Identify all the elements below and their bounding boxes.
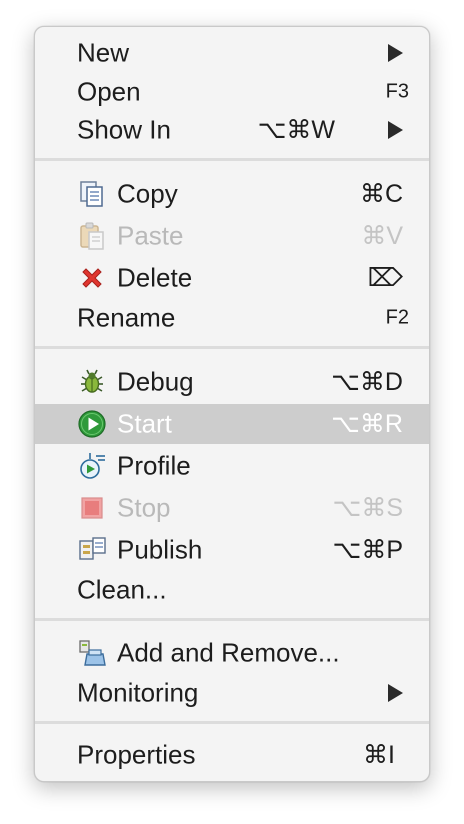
menu-item-start[interactable]: Start ⌥⌘R — [35, 404, 429, 444]
shortcut-label: ⌥⌘W — [257, 116, 335, 144]
menu-item-clean[interactable]: Clean... — [35, 570, 429, 610]
menu-item-new[interactable]: New — [35, 33, 429, 73]
shortcut-label: ⌥⌘S — [332, 494, 403, 522]
start-icon — [77, 409, 107, 439]
menu-item-label: Monitoring — [77, 677, 199, 708]
shortcut-label: ⌘V — [361, 222, 403, 250]
publish-icon — [77, 535, 107, 565]
menu-item-add-and-remove[interactable]: Add and Remove... — [35, 633, 429, 673]
delete-icon — [77, 263, 107, 293]
shortcut-label: F3 — [385, 80, 409, 103]
menu-separator — [35, 721, 429, 724]
menu-item-monitoring[interactable]: Monitoring — [35, 673, 429, 713]
menu-item-rename[interactable]: Rename F2 — [35, 298, 429, 338]
menu-item-label: Debug — [117, 366, 194, 397]
shortcut-label: ⌦ — [367, 264, 403, 292]
menu-item-label: Open — [77, 76, 141, 107]
menu-item-delete[interactable]: Delete ⌦ — [35, 258, 429, 298]
menu-separator — [35, 346, 429, 349]
profile-icon — [77, 451, 107, 481]
menu-item-label: Add and Remove... — [117, 637, 340, 668]
menu-item-label: Start — [117, 408, 172, 439]
shortcut-label: F2 — [385, 306, 409, 329]
context-menu: New Open F3 Show In ⌥⌘W Copy ⌘C Paste ⌘V… — [34, 26, 430, 782]
shortcut-label: ⌘C — [359, 180, 403, 208]
menu-item-stop[interactable]: Stop ⌥⌘S — [35, 488, 429, 528]
submenu-arrow-icon — [388, 44, 403, 62]
menu-item-label: Show In — [77, 114, 171, 145]
menu-item-publish[interactable]: Publish ⌥⌘P — [35, 530, 429, 570]
debug-bug-icon — [77, 367, 107, 397]
menu-item-label: Stop — [117, 492, 171, 523]
menu-item-label: Paste — [117, 220, 184, 251]
menu-separator — [35, 158, 429, 161]
shortcut-label: ⌥⌘R — [331, 410, 403, 438]
menu-item-label: New — [77, 37, 130, 68]
menu-item-label: Copy — [117, 178, 178, 209]
stop-icon — [77, 493, 107, 523]
menu-item-open[interactable]: Open F3 — [35, 72, 429, 112]
menu-item-label: Publish — [117, 534, 203, 565]
menu-item-show-in[interactable]: Show In ⌥⌘W — [35, 110, 429, 150]
submenu-arrow-icon — [388, 121, 403, 139]
menu-item-debug[interactable]: Debug ⌥⌘D — [35, 362, 429, 402]
shortcut-label: ⌥⌘P — [332, 536, 403, 564]
menu-item-profile[interactable]: Profile — [35, 446, 429, 486]
submenu-arrow-icon — [388, 684, 403, 702]
menu-item-label: Properties — [77, 739, 196, 770]
menu-item-label: Rename — [77, 302, 176, 333]
menu-item-paste[interactable]: Paste ⌘V — [35, 216, 429, 256]
paste-icon — [77, 221, 107, 251]
menu-item-copy[interactable]: Copy ⌘C — [35, 174, 429, 214]
add-remove-icon — [77, 638, 107, 668]
shortcut-label: ⌥⌘D — [331, 368, 403, 396]
copy-icon — [77, 179, 107, 209]
menu-item-properties[interactable]: Properties ⌘I — [35, 735, 429, 775]
menu-separator — [35, 618, 429, 621]
shortcut-label: ⌘I — [363, 741, 395, 769]
menu-item-label: Delete — [117, 262, 193, 293]
menu-item-label: Profile — [117, 450, 191, 481]
menu-item-label: Clean... — [77, 574, 167, 605]
